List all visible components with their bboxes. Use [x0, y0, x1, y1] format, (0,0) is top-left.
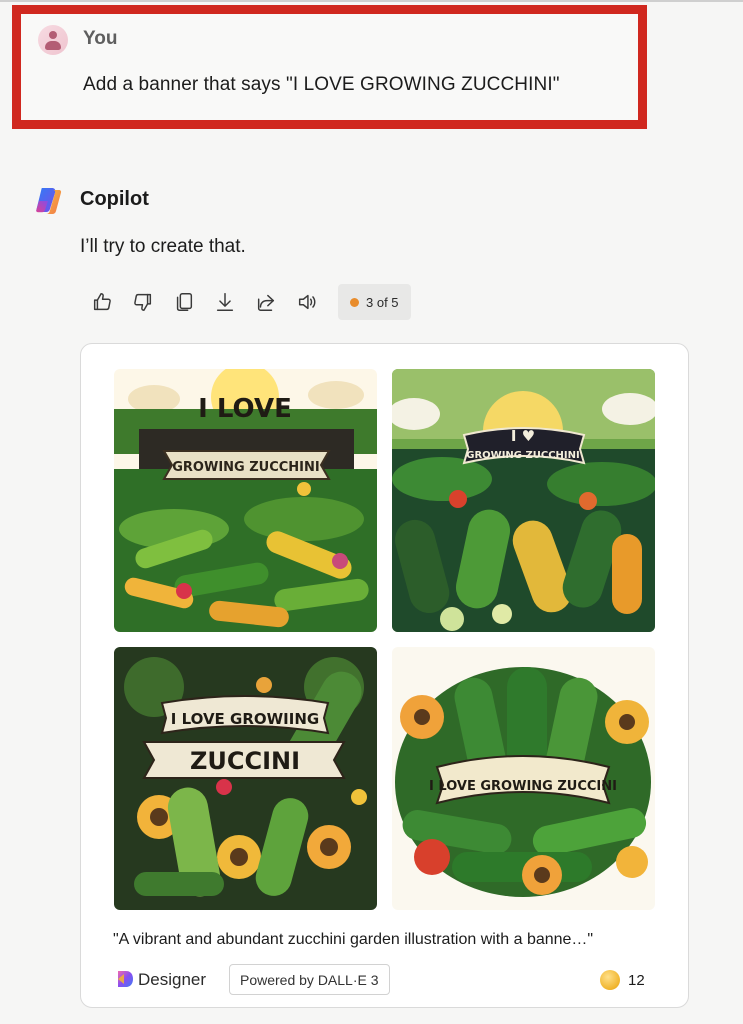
download-button[interactable]	[209, 286, 241, 318]
speaker-icon	[298, 294, 316, 310]
generated-image-1[interactable]: I LOVE GROWING ZUCCHINI	[114, 369, 377, 632]
response-page-indicator[interactable]: 3 of 5	[338, 284, 411, 320]
copy-button[interactable]	[168, 286, 200, 318]
thumbs-down-icon	[134, 293, 152, 311]
generated-image-3[interactable]: I LOVE GROWIING ZUCCINI	[114, 647, 377, 910]
user-message-text: Add a banner that says "I LOVE GROWING Z…	[83, 74, 560, 95]
thumbs-up-icon	[93, 293, 111, 311]
share-icon	[257, 294, 275, 311]
image-result-card: I LOVE GROWING ZUCCHINI I ♥ GROWING ZUCC…	[80, 343, 689, 1008]
page-indicator-label: 3 of 5	[366, 294, 399, 310]
image-1-banner-top: I LOVE	[198, 394, 292, 424]
generated-image-4[interactable]: I LOVE GROWING ZUCCINI	[392, 647, 655, 910]
read-aloud-button[interactable]	[291, 286, 323, 318]
image-4-banner-main: I LOVE GROWING ZUCCINI	[429, 779, 617, 794]
user-avatar-icon	[38, 25, 68, 55]
generated-image-2[interactable]: I ♥ GROWING ZUCCHINI	[392, 369, 655, 632]
image-3-banner-main: ZUCCINI	[190, 747, 300, 775]
status-dot	[350, 297, 359, 307]
share-button[interactable]	[250, 286, 282, 318]
designer-label[interactable]: Designer	[138, 970, 206, 990]
image-3-banner-top: I LOVE GROWIING	[171, 710, 319, 728]
user-message-highlight: You Add a banner that says "I LOVE GROWI…	[12, 5, 647, 129]
copilot-sender-name: Copilot	[80, 188, 149, 210]
image-2-banner-top: I ♥	[511, 427, 535, 445]
boost-coin-icon	[600, 970, 620, 990]
image-caption: "A vibrant and abundant zucchini garden …	[113, 931, 594, 948]
image-2-banner-main: GROWING ZUCCHINI	[466, 450, 579, 461]
copilot-reply-text: I’ll try to create that.	[80, 236, 246, 257]
boost-count: 12	[628, 972, 645, 989]
message-action-bar: 3 of 5	[86, 284, 411, 320]
powered-by-badge: Powered by DALL·E 3	[229, 964, 390, 995]
image-1-banner-main: GROWING ZUCCHINI	[172, 460, 319, 475]
thumbs-down-button[interactable]	[127, 286, 159, 318]
download-icon	[216, 293, 234, 311]
user-sender-name: You	[83, 28, 118, 49]
top-divider	[0, 0, 743, 2]
copy-icon	[176, 293, 193, 311]
designer-logo-icon	[118, 971, 133, 987]
thumbs-up-button[interactable]	[86, 286, 118, 318]
copilot-logo-icon	[36, 188, 62, 214]
